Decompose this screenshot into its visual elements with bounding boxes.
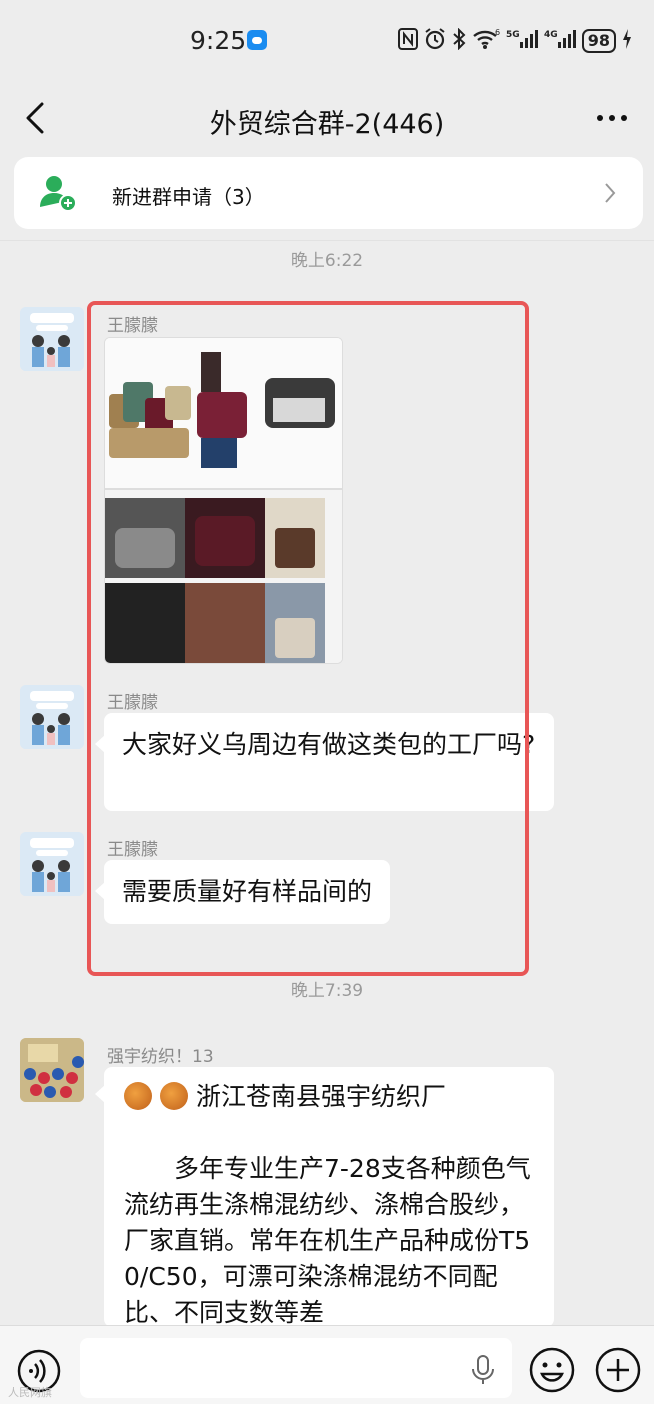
nfc-icon bbox=[397, 28, 418, 54]
sender-name: 王朦朦 bbox=[107, 840, 158, 860]
message-title-line: 浙江苍南县强宇纺织厂 bbox=[124, 1079, 534, 1115]
yarn-ball-icon bbox=[124, 1082, 152, 1110]
message-bubble[interactable]: 浙江苍南县强宇纺织厂 多年专业生产7-28支各种颜色气流纺再生涤棉混纺纱、涤棉合… bbox=[104, 1067, 554, 1327]
join-request-banner[interactable]: 新进群申请（3） bbox=[14, 157, 643, 229]
signal-5g-icon: 5G bbox=[506, 28, 538, 54]
emoji-button[interactable] bbox=[528, 1346, 576, 1394]
join-request-label: 新进群申请（3） bbox=[112, 185, 265, 209]
message-bubble[interactable]: 大家好义乌周边有做这类包的工厂吗? bbox=[95, 713, 554, 811]
avatar[interactable] bbox=[20, 1038, 84, 1102]
status-bar: 9:25 6 5G 4G 98 bbox=[0, 0, 654, 80]
sender-name: 王朦朦 bbox=[107, 693, 158, 713]
input-bar: 人民网旗 bbox=[0, 1325, 654, 1404]
avatar[interactable] bbox=[20, 307, 84, 371]
more-options-icon[interactable] bbox=[592, 102, 632, 134]
battery-indicator: 98 bbox=[581, 29, 616, 53]
yarn-ball-icon bbox=[160, 1082, 188, 1110]
watermark: 人民网旗 bbox=[8, 1386, 52, 1399]
charging-icon bbox=[622, 28, 632, 54]
message-bubble[interactable]: 需要质量好有样品间的 bbox=[94, 860, 391, 924]
notification-app-icon bbox=[247, 30, 267, 50]
message-input[interactable] bbox=[80, 1338, 512, 1398]
chat-title: 外贸综合群-2(446) bbox=[209, 109, 445, 140]
header-divider bbox=[0, 240, 654, 241]
svg-text:4G: 4G bbox=[544, 30, 558, 40]
bluetooth-icon bbox=[452, 27, 466, 54]
plus-button[interactable] bbox=[594, 1346, 642, 1394]
alarm-icon bbox=[424, 28, 446, 54]
avatar[interactable] bbox=[20, 832, 84, 896]
timestamp: 晚上7:39 bbox=[290, 981, 364, 1001]
image-message[interactable] bbox=[104, 337, 343, 664]
svg-text:6: 6 bbox=[495, 28, 500, 37]
signal-4g-icon: 4G bbox=[544, 28, 576, 54]
add-member-icon bbox=[38, 173, 78, 213]
status-time: 9:25 bbox=[190, 26, 247, 55]
wifi-icon: 6 bbox=[472, 28, 500, 54]
chevron-right-icon bbox=[603, 181, 617, 205]
sender-name: 强宇纺织！13 bbox=[107, 1047, 214, 1067]
avatar[interactable] bbox=[20, 685, 84, 749]
sender-name: 王朦朦 bbox=[107, 316, 158, 336]
timestamp: 晚上6:22 bbox=[290, 251, 364, 271]
microphone-icon[interactable] bbox=[470, 1354, 496, 1386]
status-icons: 6 5G 4G 98 bbox=[397, 27, 632, 54]
chat-header: 外贸综合群-2(446) bbox=[0, 80, 654, 156]
svg-text:5G: 5G bbox=[506, 30, 520, 40]
message-title: 浙江苍南县强宇纺织厂 bbox=[196, 1082, 447, 1111]
message-body: 多年专业生产7-28支各种颜色气流纺再生涤棉混纺纱、涤棉合股纱，厂家直销。常年在… bbox=[124, 1154, 531, 1327]
